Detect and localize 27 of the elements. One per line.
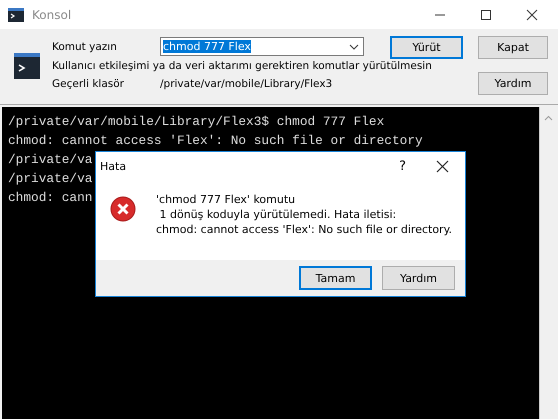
maximize-icon[interactable] — [480, 8, 492, 20]
close-icon[interactable] — [526, 8, 538, 20]
help-button[interactable]: Yardım — [478, 72, 548, 95]
scrollbar[interactable] — [539, 107, 556, 419]
terminal-line: chmod: cann — [8, 189, 92, 207]
terminal-line: /private/va — [8, 170, 92, 188]
folder-path: /private/var/mobile/Library/Flex3 — [160, 78, 332, 90]
dialog-title: Hata — [100, 160, 126, 172]
error-icon — [110, 196, 136, 222]
console-icon — [8, 6, 24, 22]
console-icon — [14, 53, 40, 79]
terminal-line: /private/var/mobile/Library/Flex3$ chmod 777 Flex — [8, 113, 384, 131]
close-button[interactable]: Kapat — [478, 36, 548, 59]
error-message: 'chmod 777 Flex' komutu 1 dönüş koduyla yürütülemedi. Hata iletisi: chmod: cannot access 'Flex': No such file or directory. — [156, 192, 452, 238]
folder-label: Geçerli klasör — [52, 78, 125, 90]
option-text: Kullanıcı etkileşimi ya da veri aktarımı gerektiren komutlar yürütülmesin — [52, 60, 432, 72]
chevron-down-icon — [349, 44, 359, 50]
close-icon[interactable] — [436, 160, 449, 172]
help-button[interactable]: Yardım — [382, 266, 455, 290]
terminal-line: chmod: cannot access 'Flex': No such file or directory — [8, 132, 423, 150]
run-button[interactable]: Yürüt — [390, 36, 463, 59]
command-combobox[interactable]: chmod 777 Flex — [160, 37, 364, 56]
window-title: Konsol — [32, 8, 72, 22]
help-glyph[interactable]: ? — [399, 158, 406, 174]
command-label: Komut yazın — [52, 40, 118, 52]
terminal-line: /private/va — [8, 151, 92, 169]
ok-button[interactable]: Tamam — [299, 266, 372, 290]
